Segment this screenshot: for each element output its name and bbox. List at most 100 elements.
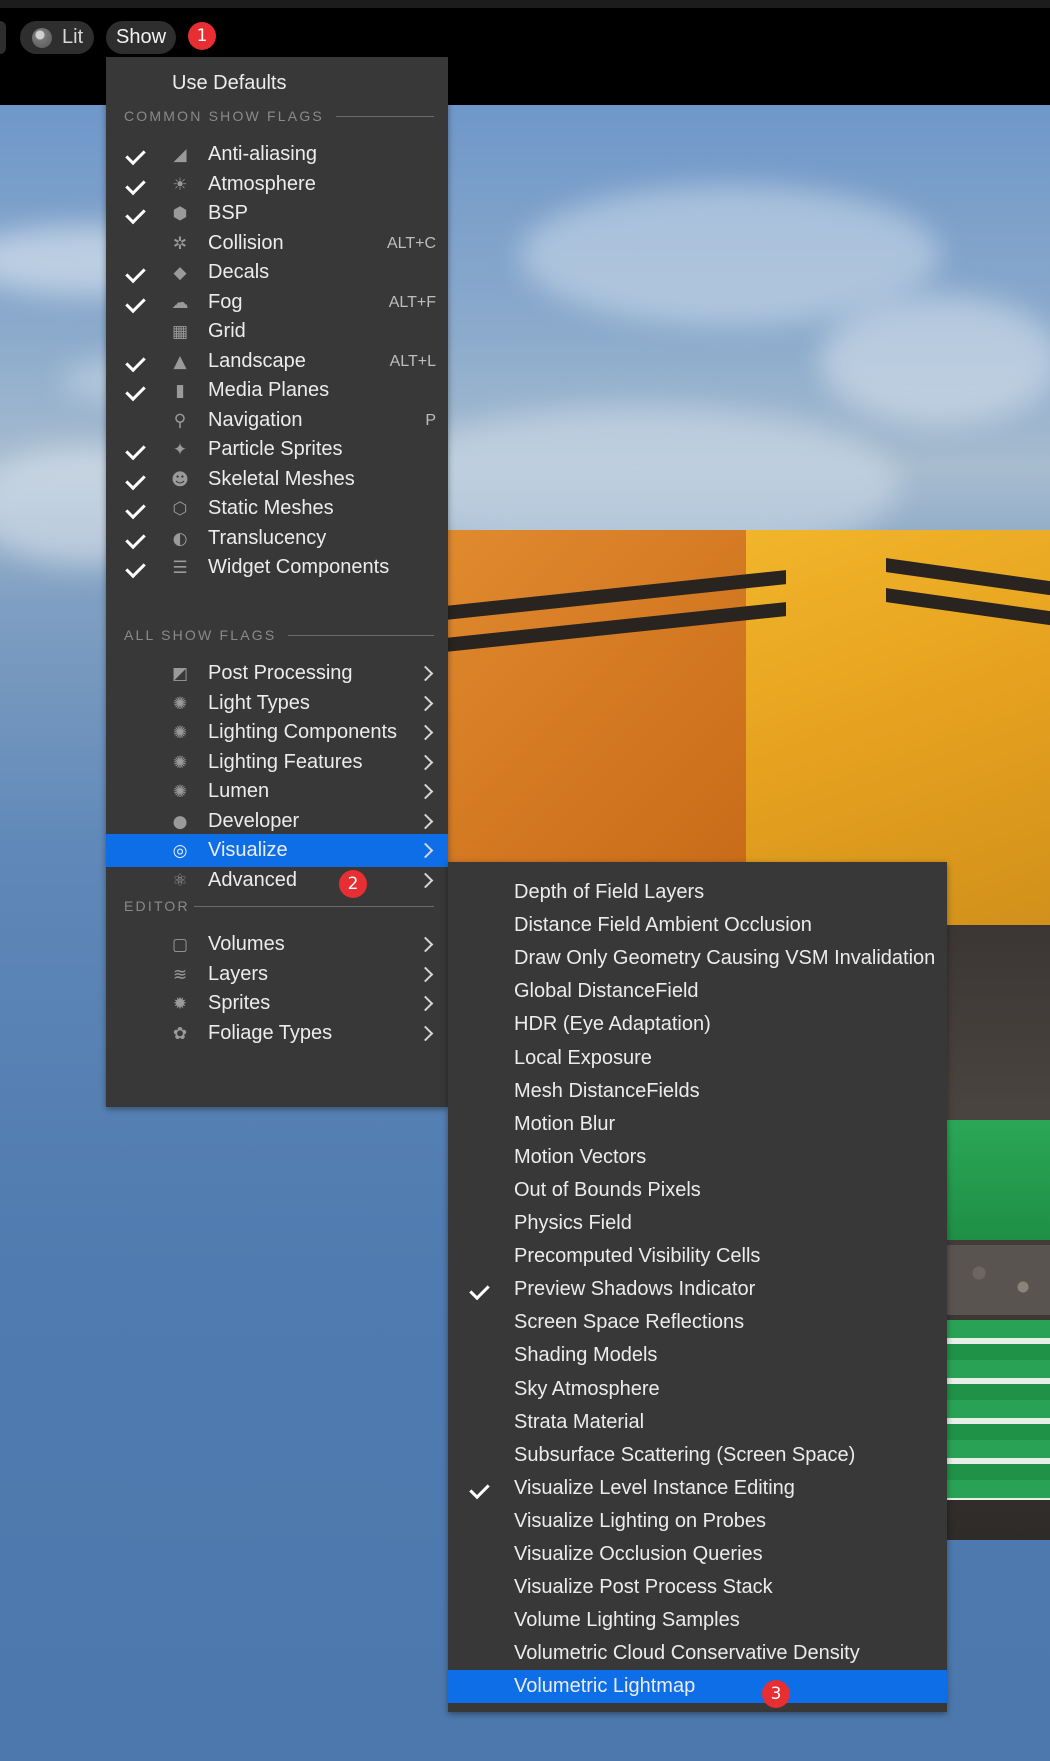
show-flag-anti-aliasing[interactable]: ◢ Anti-aliasing — [106, 138, 448, 171]
visualize-depth-of-field-layers[interactable]: Depth of Field Layers — [448, 876, 947, 909]
visualize-visualize-post-process-stack[interactable]: Visualize Post Process Stack — [448, 1571, 947, 1604]
section-header-all: ALL SHOW FLAGS — [124, 624, 434, 646]
visualize-draw-only-geometry-causing-vsm-invalidation[interactable]: Draw Only Geometry Causing VSM Invalidat… — [448, 942, 947, 975]
static-meshes-icon: ⬡ — [172, 499, 188, 519]
visualize-physics-field[interactable]: Physics Field — [448, 1207, 947, 1240]
submenu-post-processing[interactable]: ◩ Post Processing — [106, 657, 448, 690]
submenu-lighting-features[interactable]: ✺ Lighting Features — [106, 746, 448, 779]
visualize-volumetric-cloud-conservative-density[interactable]: Volumetric Cloud Conservative Density — [448, 1637, 947, 1670]
show-button[interactable]: Show — [106, 21, 176, 54]
developer-icon: ● — [172, 811, 188, 832]
menu-item-label: Decals — [208, 261, 270, 283]
visualize-motion-vectors[interactable]: Motion Vectors — [448, 1141, 947, 1174]
visualize-volume-lighting-samples[interactable]: Volume Lighting Samples — [448, 1604, 947, 1637]
menu-item-label: Landscape — [208, 349, 306, 372]
visualize-local-exposure[interactable]: Local Exposure — [448, 1042, 947, 1075]
visualize-hdr-eye-adaptation-[interactable]: HDR (Eye Adaptation) — [448, 1008, 947, 1041]
visualize-distance-field-ambient-occlusion[interactable]: Distance Field Ambient Occlusion — [448, 909, 947, 942]
visualize-motion-blur[interactable]: Motion Blur — [448, 1108, 947, 1141]
submenu-visualize[interactable]: ◎ Visualize — [106, 834, 448, 867]
checkmark-icon — [126, 433, 148, 466]
menu-item-label: Mesh DistanceFields — [514, 1079, 700, 1102]
menu-item-label: Shading Models — [514, 1344, 658, 1367]
menu-item-label: Particle Sprites — [208, 438, 343, 460]
step-badge-2: 2 — [339, 870, 367, 898]
checkmark-icon — [126, 492, 148, 525]
step-badge-3: 3 — [762, 1680, 790, 1708]
submenu-volumes[interactable]: ▢ Volumes — [106, 928, 448, 961]
use-defaults-item[interactable]: Use Defaults — [106, 67, 448, 100]
media-planes-icon: ▮ — [175, 381, 185, 401]
show-flag-landscape[interactable]: ▲ Landscape ALT+L — [106, 345, 448, 378]
green-module-striped — [946, 1320, 1050, 1500]
menu-item-label: Draw Only Geometry Causing VSM Invalidat… — [514, 947, 936, 970]
show-flag-grid[interactable]: ▦ Grid — [106, 315, 448, 348]
show-flag-static-meshes[interactable]: ⬡ Static Meshes — [106, 492, 448, 525]
show-flag-media-planes[interactable]: ▮ Media Planes — [106, 374, 448, 407]
visualize-volumetric-lightmap[interactable]: Volumetric Lightmap — [448, 1670, 947, 1704]
submenu-advanced[interactable]: ⚛ Advanced — [106, 864, 448, 897]
translucency-icon: ◐ — [172, 528, 188, 549]
show-flag-bsp[interactable]: ⬢ BSP — [106, 197, 448, 230]
show-flag-translucency[interactable]: ◐ Translucency — [106, 522, 448, 555]
section-header-label: ALL SHOW FLAGS — [124, 627, 277, 643]
checkmark-icon — [126, 168, 148, 201]
visualize-visualize-occlusion-queries[interactable]: Visualize Occlusion Queries — [448, 1538, 947, 1571]
visualize-precomputed-visibility-cells[interactable]: Precomputed Visibility Cells — [448, 1240, 947, 1273]
menu-item-label: Skeletal Meshes — [208, 467, 355, 490]
show-flag-navigation[interactable]: ⚲ Navigation P — [106, 404, 448, 437]
visualize-shading-models[interactable]: Shading Models — [448, 1339, 947, 1372]
visualize-subsurface-scattering-screen-space-[interactable]: Subsurface Scattering (Screen Space) — [448, 1439, 947, 1472]
sprites-icon: ✹ — [172, 994, 188, 1014]
lighting-features-icon: ✺ — [172, 752, 188, 773]
checkmark-icon — [470, 1273, 492, 1306]
menu-item-label: Visualize Lighting on Probes — [514, 1509, 767, 1532]
chevron-right-icon — [420, 775, 434, 808]
show-flags-menu: Use Defaults COMMON SHOW FLAGS ◢ Anti-ali… — [106, 57, 448, 1107]
submenu-lighting-components[interactable]: ✺ Lighting Components — [106, 716, 448, 749]
visualize-visualize-lighting-on-probes[interactable]: Visualize Lighting on Probes — [448, 1505, 947, 1538]
visualize-preview-shadows-indicator[interactable]: Preview Shadows Indicator — [448, 1273, 947, 1306]
checkmark-icon — [126, 138, 148, 171]
toolbar-button-partial[interactable] — [0, 21, 6, 54]
chevron-right-icon — [420, 834, 434, 867]
section-header-label: EDITOR — [124, 898, 190, 914]
show-flag-atmosphere[interactable]: ☀ Atmosphere — [106, 168, 448, 201]
chevron-right-icon — [420, 987, 434, 1020]
submenu-layers[interactable]: ≋ Layers — [106, 958, 448, 991]
visualize-mesh-distancefields[interactable]: Mesh DistanceFields — [448, 1075, 947, 1108]
checkmark-icon — [126, 256, 148, 289]
submenu-lumen[interactable]: ✺ Lumen — [106, 775, 448, 808]
submenu-foliage-types[interactable]: ✿ Foliage Types — [106, 1017, 448, 1050]
submenu-light-types[interactable]: ✺ Light Types — [106, 687, 448, 720]
skeletal-meshes-icon: ☻ — [171, 469, 189, 490]
visualize-strata-material[interactable]: Strata Material — [448, 1406, 947, 1439]
menu-item-label: Anti-aliasing — [208, 143, 317, 165]
visualize-global-distancefield[interactable]: Global DistanceField — [448, 975, 947, 1008]
section-header-editor: EDITOR — [124, 895, 434, 917]
chevron-right-icon — [420, 1017, 434, 1050]
menu-item-label: Visualize Occlusion Queries — [514, 1543, 763, 1565]
submenu-sprites[interactable]: ✹ Sprites — [106, 987, 448, 1020]
menu-item-label: Light Types — [208, 691, 310, 714]
visualize-out-of-bounds-pixels[interactable]: Out of Bounds Pixels — [448, 1174, 947, 1207]
show-flag-skeletal-meshes[interactable]: ☻ Skeletal Meshes — [106, 463, 448, 496]
show-flag-particle-sprites[interactable]: ✦ Particle Sprites — [106, 433, 448, 466]
show-flag-fog[interactable]: ☁ Fog ALT+F — [106, 286, 448, 319]
lumen-icon: ✺ — [172, 782, 188, 802]
visualize-visualize-level-instance-editing[interactable]: Visualize Level Instance Editing — [448, 1472, 947, 1505]
menu-item-label: Out of Bounds Pixels — [514, 1178, 701, 1201]
show-flag-decals[interactable]: ◆ Decals — [106, 256, 448, 289]
show-flag-widget-components[interactable]: ☰ Widget Components — [106, 551, 448, 584]
visualize-screen-space-reflections[interactable]: Screen Space Reflections — [448, 1306, 947, 1339]
fog-icon: ☁ — [171, 292, 189, 313]
checkmark-icon — [470, 1472, 492, 1505]
navigation-pin-icon: ⚲ — [173, 410, 187, 431]
show-flag-collision[interactable]: ✲ Collision ALT+C — [106, 227, 448, 260]
decals-icon: ◆ — [173, 263, 187, 283]
lighting-components-icon: ✺ — [172, 723, 188, 743]
post-processing-icon: ◩ — [171, 664, 189, 684]
view-mode-lit-button[interactable]: Lit — [20, 21, 94, 54]
visualize-sky-atmosphere[interactable]: Sky Atmosphere — [448, 1373, 947, 1406]
submenu-developer[interactable]: ● Developer — [106, 805, 448, 838]
